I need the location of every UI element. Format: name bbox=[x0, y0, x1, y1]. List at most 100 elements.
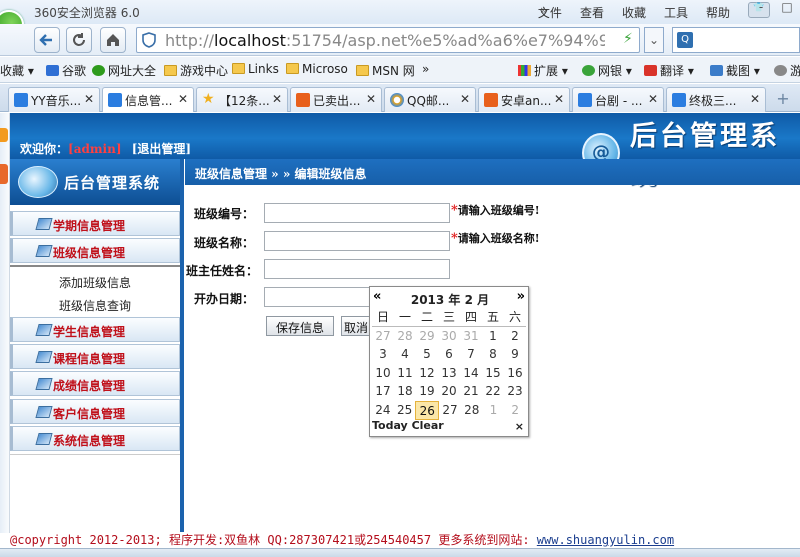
bookmark-links[interactable]: Links bbox=[232, 62, 279, 76]
tab-qq-mail[interactable]: QQ邮... ✕ bbox=[384, 87, 476, 112]
calendar-day[interactable]: 21 bbox=[460, 382, 482, 401]
cancel-button[interactable]: 取消 bbox=[341, 316, 371, 336]
maximize-button[interactable]: □ bbox=[774, 0, 800, 20]
bookmark-favorites[interactable]: 收藏 ▾ bbox=[0, 62, 34, 79]
calendar-day[interactable]: 24 bbox=[372, 401, 394, 420]
close-icon[interactable]: × bbox=[515, 420, 524, 433]
calendar-day[interactable]: 29 bbox=[416, 327, 438, 346]
close-icon[interactable]: ✕ bbox=[648, 92, 658, 106]
calendar-day[interactable]: 22 bbox=[482, 382, 504, 401]
calendar-day[interactable]: 11 bbox=[394, 364, 416, 383]
close-icon[interactable]: ✕ bbox=[366, 92, 376, 106]
menu-file[interactable]: 文件 bbox=[538, 4, 562, 21]
calendar-day[interactable]: 10 bbox=[372, 364, 394, 383]
calendar-day[interactable]: 27 bbox=[439, 401, 461, 420]
calendar-day[interactable]: 15 bbox=[482, 364, 504, 383]
calendar-day[interactable]: 2 bbox=[504, 401, 526, 420]
refresh-button[interactable] bbox=[66, 27, 92, 53]
clear-button[interactable]: Clear bbox=[412, 419, 444, 432]
class-name-input[interactable] bbox=[264, 231, 450, 251]
screenshot-button[interactable]: 截图 ▾ bbox=[710, 62, 760, 79]
close-icon[interactable]: ✕ bbox=[554, 92, 564, 106]
calendar-day[interactable]: 1 bbox=[482, 327, 504, 346]
calendar-day[interactable]: 9 bbox=[504, 345, 526, 364]
calendar-day[interactable]: 3 bbox=[372, 345, 394, 364]
tab-ultimate[interactable]: 终极三... ✕ bbox=[666, 87, 766, 112]
close-icon[interactable]: ✕ bbox=[178, 92, 188, 106]
menu-tools[interactable]: 工具 bbox=[664, 4, 688, 21]
search-engine-icon[interactable]: Q bbox=[677, 32, 693, 48]
address-bar[interactable]: http://localhost:51754/asp.net%e5%ad%a6%… bbox=[136, 27, 640, 53]
calendar-day[interactable]: 25 bbox=[394, 401, 416, 420]
close-icon[interactable]: ✕ bbox=[460, 92, 470, 106]
speed-mode-icon[interactable]: ⚡ bbox=[623, 31, 633, 47]
menu-score-manage[interactable]: 成绩信息管理 bbox=[10, 371, 180, 396]
tab-12-items[interactable]: ★ 【12条... ✕ bbox=[196, 87, 288, 112]
tab-sold[interactable]: 已卖出... ✕ bbox=[290, 87, 382, 112]
logout-link[interactable]: [退出管理] bbox=[132, 142, 191, 156]
menu-favorites[interactable]: 收藏 bbox=[622, 4, 646, 21]
bookmark-games[interactable]: 游戏中心 bbox=[164, 62, 228, 79]
tab-tw-drama[interactable]: 台剧 - ... ✕ bbox=[572, 87, 664, 112]
tab-android[interactable]: 安卓an... ✕ bbox=[478, 87, 570, 112]
menu-view[interactable]: 查看 bbox=[580, 4, 604, 21]
calendar-day[interactable]: 12 bbox=[416, 364, 438, 383]
submenu-add-class[interactable]: 添加班级信息 bbox=[10, 270, 180, 292]
teacher-name-input[interactable] bbox=[264, 259, 450, 279]
home-button[interactable] bbox=[100, 27, 126, 53]
close-icon[interactable]: ✕ bbox=[272, 92, 282, 106]
calendar-day[interactable]: 13 bbox=[438, 364, 460, 383]
next-month-button[interactable]: » bbox=[517, 289, 525, 304]
bookmark-hao[interactable]: 网址大全 bbox=[92, 62, 156, 79]
calendar-day[interactable]: 30 bbox=[438, 327, 460, 346]
prev-month-button[interactable]: « bbox=[373, 289, 381, 304]
search-input[interactable]: Q bbox=[672, 27, 800, 53]
calendar-day[interactable]: 5 bbox=[416, 345, 438, 364]
menu-course-manage[interactable]: 课程信息管理 bbox=[10, 344, 180, 369]
class-id-input[interactable] bbox=[264, 203, 450, 223]
menu-system-manage[interactable]: 系统信息管理 bbox=[10, 426, 180, 451]
calendar-day[interactable]: 7 bbox=[460, 345, 482, 364]
close-icon[interactable]: ✕ bbox=[84, 92, 94, 106]
calendar-day[interactable]: 18 bbox=[394, 382, 416, 401]
bookmark-google[interactable]: 谷歌 bbox=[46, 62, 86, 79]
calendar-day[interactable]: 27 bbox=[372, 327, 394, 346]
calendar-day[interactable]: 28 bbox=[461, 401, 483, 420]
menu-class-manage[interactable]: 班级信息管理 bbox=[10, 238, 180, 263]
calendar-day[interactable]: 20 bbox=[438, 382, 460, 401]
calendar-day[interactable]: 23 bbox=[504, 382, 526, 401]
tab-yy-music[interactable]: YY音乐... ✕ bbox=[8, 87, 100, 112]
calendar-day[interactable]: 2 bbox=[504, 327, 526, 346]
new-tab-button[interactable]: + bbox=[771, 89, 795, 109]
today-button[interactable]: Today bbox=[372, 419, 408, 432]
calendar-day[interactable]: 1 bbox=[483, 401, 505, 420]
side-widget-icon[interactable] bbox=[0, 164, 8, 184]
tab-info-manage[interactable]: 信息管... ✕ bbox=[102, 87, 194, 112]
calendar-day[interactable]: 14 bbox=[460, 364, 482, 383]
minimize-button[interactable]: - bbox=[748, 0, 774, 20]
extensions-button[interactable]: 扩展 ▾ bbox=[518, 62, 568, 79]
start-date-input[interactable] bbox=[264, 287, 370, 307]
address-text[interactable]: http://localhost:51754/asp.net%e5%ad%a6%… bbox=[165, 31, 605, 50]
bank-button[interactable]: 网银 ▾ bbox=[582, 62, 632, 79]
translate-button[interactable]: 翻译 ▾ bbox=[644, 62, 694, 79]
bookmark-msn[interactable]: MSN 网 bbox=[356, 62, 415, 79]
menu-help[interactable]: 帮助 bbox=[706, 4, 730, 21]
menu-customer-manage[interactable]: 客户信息管理 bbox=[10, 399, 180, 424]
bookmarks-overflow[interactable]: » bbox=[422, 62, 429, 76]
bookmark-microsoft[interactable]: Microso bbox=[286, 62, 348, 76]
side-widget-icon[interactable] bbox=[0, 128, 8, 142]
site-link[interactable]: www.shuangyulin.com bbox=[537, 533, 674, 547]
address-dropdown-button[interactable]: ⌄ bbox=[644, 27, 664, 53]
menu-student-manage[interactable]: 学生信息管理 bbox=[10, 317, 180, 342]
save-button[interactable]: 保存信息 bbox=[266, 316, 334, 336]
menu-term-manage[interactable]: 学期信息管理 bbox=[10, 211, 180, 236]
calendar-day[interactable]: 19 bbox=[416, 382, 438, 401]
calendar-day[interactable]: 28 bbox=[394, 327, 416, 346]
calendar-day[interactable]: 16 bbox=[504, 364, 526, 383]
calendar-day[interactable]: 31 bbox=[460, 327, 482, 346]
close-icon[interactable]: ✕ bbox=[750, 92, 760, 106]
calendar-day[interactable]: 8 bbox=[482, 345, 504, 364]
calendar-day[interactable]: 6 bbox=[438, 345, 460, 364]
calendar-day[interactable]: 26 bbox=[415, 400, 440, 420]
